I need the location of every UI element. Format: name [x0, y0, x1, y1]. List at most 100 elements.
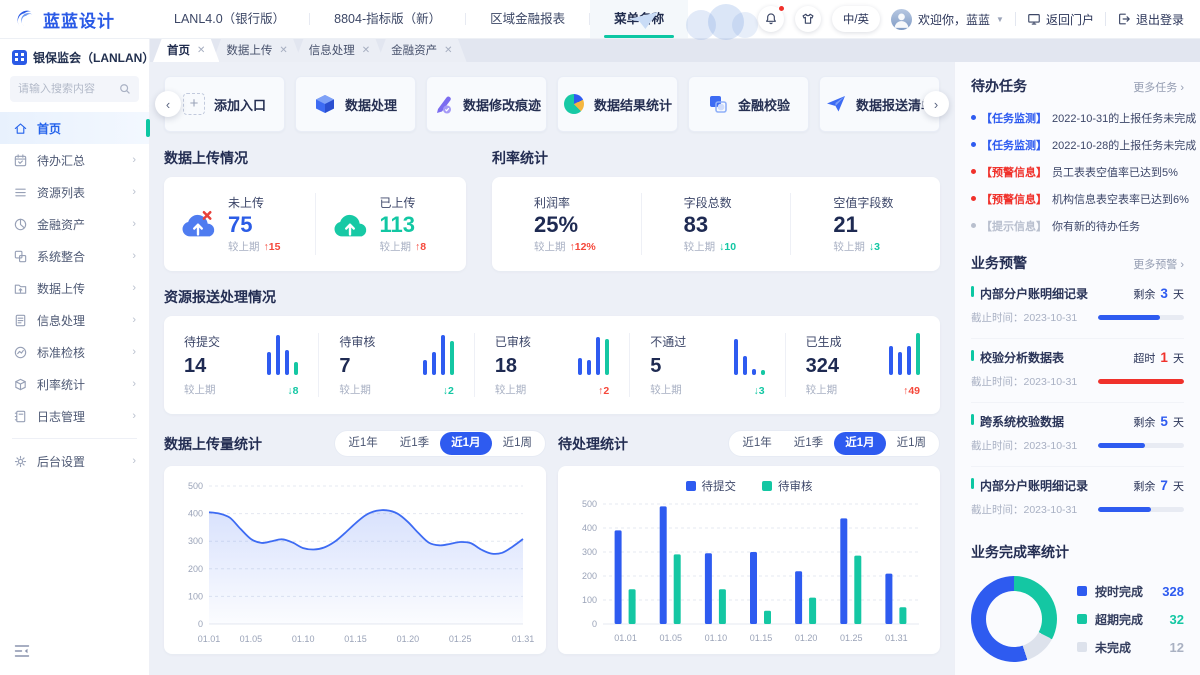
verify-squares-icon	[707, 93, 729, 115]
sidebar-item-pie[interactable]: 金融资产 ›	[0, 208, 149, 240]
pending-chart-block: 待处理统计 近1年近1季近1月近1周 待提交待审核 01002003004005…	[558, 430, 940, 654]
task-item[interactable]: 【预警信息】 员工表表空值率已达到5%	[971, 158, 1184, 185]
delta-value: ↑2	[598, 385, 609, 397]
quick-entry-2[interactable]: 数据修改痕迹	[426, 76, 547, 132]
svg-text:01.20: 01.20	[397, 634, 420, 644]
open-tab[interactable]: 首页 ✕	[153, 38, 219, 62]
legend-value: 32	[1170, 612, 1184, 627]
open-tab[interactable]: 金融资产 ✕	[377, 38, 466, 62]
collapse-sidebar-icon[interactable]	[14, 644, 30, 658]
org-selector[interactable]: 银保监会（LANLAN） ▼	[0, 38, 149, 74]
resource-stat-待审核: 待审核 7 较上期 ↓2	[318, 333, 473, 397]
sidebar-item-upload[interactable]: 数据上传 ›	[0, 272, 149, 304]
warning-item[interactable]: 内部分户账明细记录 剩余 3 天 截止时间：2023-10-31	[971, 275, 1184, 339]
open-tab[interactable]: 信息处理 ✕	[295, 38, 384, 62]
range-button-近1月[interactable]: 近1月	[440, 432, 491, 455]
sidebar-item-check[interactable]: 标准检核 ›	[0, 336, 149, 368]
sidebar-item-doc[interactable]: 信息处理 ›	[0, 304, 149, 336]
sidebar-search[interactable]	[10, 76, 139, 102]
sidebar-item-journal[interactable]: 日志管理 ›	[0, 400, 149, 432]
svg-text:500: 500	[188, 481, 203, 491]
sidebar-item-blocks[interactable]: 系统整合 ›	[0, 240, 149, 272]
stat-value: 83	[684, 213, 736, 237]
sidebar-item-list[interactable]: 资源列表 ›	[0, 176, 149, 208]
svg-text:500: 500	[582, 499, 597, 509]
calendar-icon	[13, 153, 28, 168]
scroll-left-button[interactable]: ‹	[155, 91, 181, 117]
range-button-近1季[interactable]: 近1季	[389, 432, 440, 455]
warning-item[interactable]: 跨系统校验数据 剩余 5 天 截止时间：2023-10-31	[971, 403, 1184, 467]
svg-text:100: 100	[582, 595, 597, 605]
range-button-近1月[interactable]: 近1月	[834, 432, 885, 455]
notification-badge	[778, 5, 785, 12]
svg-text:01.05: 01.05	[659, 633, 682, 643]
more-tasks-link[interactable]: 更多任务 ›	[1133, 79, 1184, 95]
gear-icon	[13, 454, 28, 469]
section-title: 利率统计	[492, 148, 940, 168]
task-item[interactable]: 【任务监测】 2022-10-28的上报任务未完成	[971, 131, 1184, 158]
search-input[interactable]	[18, 83, 113, 95]
search-icon	[119, 83, 131, 95]
task-item[interactable]: 【提示信息】 你有新的待办任务	[971, 212, 1184, 239]
range-button-近1周[interactable]: 近1周	[492, 432, 543, 455]
return-portal-link[interactable]: 返回门户	[1027, 11, 1094, 28]
theme-button[interactable]	[795, 6, 821, 32]
close-tab-icon[interactable]: ✕	[444, 45, 452, 56]
svg-text:01.01: 01.01	[614, 633, 637, 643]
upload-trend-line-chart: 010020030040050001.0101.0501.1001.1501.2…	[172, 474, 538, 650]
close-tab-icon[interactable]: ✕	[197, 45, 205, 56]
quick-entry-1[interactable]: 数据处理	[295, 76, 416, 132]
quick-entry-5[interactable]: 数据报送清单	[819, 76, 940, 132]
sidebar-item-gear[interactable]: 后台设置 ›	[0, 445, 149, 477]
open-tab[interactable]: 数据上传 ✕	[212, 38, 301, 62]
quick-entry-4[interactable]: 金融校验	[688, 76, 809, 132]
warning-item[interactable]: 内部分户账明细记录 剩余 7 天 截止时间：2023-10-31	[971, 467, 1184, 530]
svg-text:01.15: 01.15	[344, 634, 367, 644]
stat-value: 25%	[534, 213, 596, 237]
notification-button[interactable]	[758, 6, 784, 32]
delta-value: ↓8	[287, 385, 298, 397]
scroll-right-button[interactable]: ›	[923, 91, 949, 117]
stat-value: 7	[339, 356, 375, 376]
language-toggle[interactable]: 中/英	[832, 6, 880, 32]
logout-link[interactable]: 退出登录	[1117, 11, 1184, 28]
task-list: 【任务监测】 2022-10-31的上报任务未完成 【任务监测】 2022-10…	[971, 104, 1184, 239]
user-menu[interactable]: 欢迎你，蓝蓝 ▼	[891, 9, 1004, 30]
quick-entry-3[interactable]: 数据结果统计	[557, 76, 678, 132]
upload-status-card: 未上传 75 较上期↑15 已上传 113 较上期↑8	[164, 177, 466, 271]
stat-字段总数: 字段总数 83 较上期↓10	[641, 193, 791, 255]
sidebar-item-cube[interactable]: 利率统计 ›	[0, 368, 149, 400]
sidebar-item-calendar[interactable]: 待办汇总 ›	[0, 144, 149, 176]
progress-bar	[1098, 315, 1184, 320]
top-nav-item[interactable]: 菜单名称	[590, 0, 688, 38]
range-button-近1年[interactable]: 近1年	[337, 432, 388, 455]
close-tab-icon[interactable]: ✕	[279, 45, 287, 56]
progress-bar	[1098, 443, 1184, 448]
legend-item[interactable]: 待提交	[686, 478, 737, 494]
logo-icon	[16, 9, 36, 29]
close-tab-icon[interactable]: ✕	[362, 45, 370, 56]
chevron-right-icon: ›	[132, 155, 136, 166]
doc-icon	[13, 313, 28, 328]
svg-text:200: 200	[188, 564, 203, 574]
quick-entry-0[interactable]: +添加入口	[164, 76, 285, 132]
top-nav-item[interactable]: 8804-指标版（新）	[310, 0, 465, 38]
pie-icon	[13, 217, 28, 232]
range-button-近1年[interactable]: 近1年	[731, 432, 782, 455]
task-item[interactable]: 【预警信息】 机构信息表空表率已达到6%	[971, 185, 1184, 212]
top-nav-item[interactable]: LANL4.0（银行版）	[150, 0, 309, 38]
range-button-近1季[interactable]: 近1季	[783, 432, 834, 455]
task-item[interactable]: 【任务监测】 2022-10-31的上报任务未完成	[971, 104, 1184, 131]
svg-text:0: 0	[592, 619, 597, 629]
chevron-right-icon: ›	[132, 283, 136, 294]
sidebar-item-home[interactable]: 首页	[0, 112, 149, 144]
upload-status-section: 数据上传情况 未上传 75 较上期↑15 已上传 113 较上期↑8	[164, 148, 466, 271]
more-warnings-link[interactable]: 更多预警 ›	[1133, 256, 1184, 272]
legend-item[interactable]: 待审核	[762, 478, 813, 494]
top-nav-item[interactable]: 区域金融报表	[466, 0, 589, 38]
delta-row: 较上期↑15	[228, 239, 280, 254]
mini-bar-chart	[734, 333, 765, 375]
warning-item[interactable]: 校验分析数据表 超时 1 天 截止时间：2023-10-31	[971, 339, 1184, 403]
range-button-近1周[interactable]: 近1周	[886, 432, 937, 455]
progress-bar	[1098, 507, 1184, 512]
